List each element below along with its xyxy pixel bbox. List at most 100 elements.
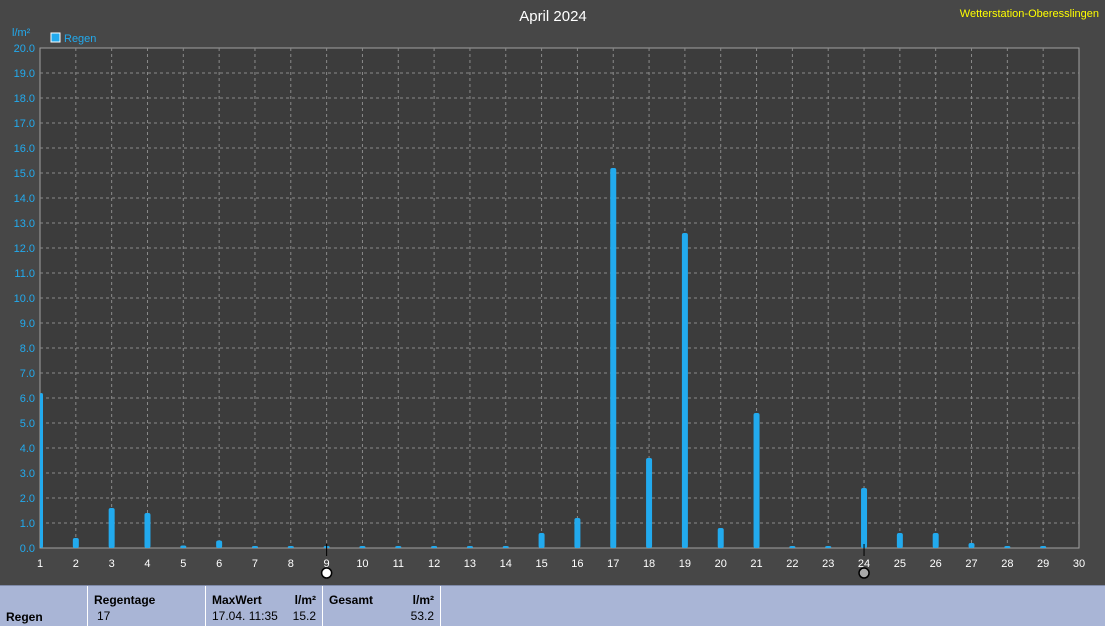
x-tick-label: 20 bbox=[715, 558, 727, 570]
x-tick-label: 18 bbox=[643, 558, 655, 570]
y-tick-label: 13.0 bbox=[14, 218, 35, 230]
bar bbox=[789, 546, 796, 548]
y-tick-label: 1.0 bbox=[20, 518, 35, 530]
regentage-value: 17 bbox=[97, 609, 111, 623]
bar bbox=[395, 546, 402, 548]
maxwert-time: 17.04. 11:35 bbox=[212, 609, 278, 623]
y-tick-labels: 0.0 1.0 2.0 3.0 4.0 5.0 6.0 7.0 8.0 9.0 10.0 11.0 12… bbox=[14, 43, 35, 555]
summary-panel: Regen Regentage 17 MaxWert l/m² 17.04. 1… bbox=[0, 585, 1105, 626]
summary-row-label: Regen bbox=[6, 610, 43, 624]
x-tick-label: 22 bbox=[786, 558, 798, 570]
summary-row-label-cell: Regen bbox=[0, 586, 88, 626]
y-tick-label: 15.0 bbox=[14, 168, 35, 180]
new-moon-icon bbox=[858, 567, 870, 579]
bar bbox=[896, 533, 903, 548]
x-tick-label: 28 bbox=[1001, 558, 1013, 570]
y-tick-label: 2.0 bbox=[20, 493, 35, 505]
x-tick-label: 3 bbox=[109, 558, 115, 570]
y-tick-label: 7.0 bbox=[20, 368, 35, 380]
y-tick-label: 0.0 bbox=[20, 543, 35, 555]
bar bbox=[932, 533, 939, 548]
legend-label: Regen bbox=[64, 33, 96, 45]
bar bbox=[825, 546, 832, 548]
x-tick-label: 1 bbox=[37, 558, 43, 570]
x-tick-label: 21 bbox=[750, 558, 762, 570]
y-tick-label: 3.0 bbox=[20, 468, 35, 480]
x-tick-label: 8 bbox=[288, 558, 294, 570]
y-axis-label: l/m² bbox=[12, 27, 31, 39]
maxwert-cell: MaxWert l/m² 17.04. 11:35 15.2 bbox=[206, 586, 323, 626]
x-tick-label: 26 bbox=[930, 558, 942, 570]
y-tick-label: 4.0 bbox=[20, 443, 35, 455]
x-tick-label: 25 bbox=[894, 558, 906, 570]
bar bbox=[717, 528, 724, 548]
y-tick-label: 12.0 bbox=[14, 243, 35, 255]
rain-chart: 0.01.02.03.04.05.06.07.08.09.010.011.012… bbox=[12, 8, 1099, 579]
bar bbox=[1004, 546, 1011, 548]
y-tick-label: 5.0 bbox=[20, 418, 35, 430]
bar bbox=[538, 533, 545, 548]
bar bbox=[753, 413, 760, 548]
x-tick-label: 14 bbox=[500, 558, 512, 570]
maxwert-value: 15.2 bbox=[292, 609, 316, 623]
x-tick-label: 4 bbox=[144, 558, 150, 570]
legend-swatch bbox=[50, 32, 61, 43]
regentage-cell: Regentage 17 bbox=[88, 586, 206, 626]
bar bbox=[466, 546, 473, 548]
x-tick-label: 19 bbox=[679, 558, 691, 570]
rain-chart-page: 0.0 1.0 2.0 3.0 4.0 5.0 6.0 7.0 8.0 9.0 10.0 11.0 12… bbox=[0, 0, 1105, 626]
y-tick-label: 8.0 bbox=[20, 343, 35, 355]
bar bbox=[287, 546, 294, 548]
maxwert-label: MaxWert bbox=[212, 593, 262, 607]
gesamt-value: 53.2 bbox=[410, 609, 434, 623]
x-tick-label: 23 bbox=[822, 558, 834, 570]
y-tick-label: 14.0 bbox=[14, 193, 35, 205]
x-tick-label: 30 bbox=[1073, 558, 1085, 570]
y-tick-label: 10.0 bbox=[14, 293, 35, 305]
x-tick-label: 17 bbox=[607, 558, 619, 570]
y-tick-label: 18.0 bbox=[14, 93, 35, 105]
y-tick-label: 16.0 bbox=[14, 143, 35, 155]
bar bbox=[180, 545, 187, 548]
x-tick-label: 6 bbox=[216, 558, 222, 570]
x-tick-labels: 1 2 3 4 5 6 7 8 9 10 11 12 13 14 15 16 17 18 19 20 21 22 23 24 2… bbox=[37, 558, 1085, 570]
bar bbox=[216, 540, 223, 548]
y-tick-label: 20.0 bbox=[14, 43, 35, 55]
bar bbox=[1040, 546, 1047, 548]
bar bbox=[251, 546, 258, 548]
x-tick-label: 10 bbox=[356, 558, 368, 570]
y-tick-label: 11.0 bbox=[14, 268, 35, 280]
bar bbox=[72, 538, 79, 548]
bar bbox=[681, 233, 688, 548]
y-tick-label: 6.0 bbox=[20, 393, 35, 405]
bar bbox=[359, 546, 366, 548]
bar bbox=[108, 508, 115, 548]
gesamt-label: Gesamt bbox=[329, 593, 374, 607]
gesamt-unit: l/m² bbox=[412, 593, 434, 607]
full-moon-icon bbox=[320, 567, 333, 579]
station-name: Wetterstation-Oberesslingen bbox=[960, 8, 1099, 20]
chart-title: April 2024 bbox=[519, 8, 587, 25]
y-tick-label: 9.0 bbox=[20, 318, 35, 330]
bar bbox=[646, 458, 653, 548]
bar bbox=[610, 168, 617, 548]
x-tick-label: 7 bbox=[252, 558, 258, 570]
x-tick-label: 13 bbox=[464, 558, 476, 570]
bar bbox=[968, 543, 975, 548]
bar bbox=[144, 513, 151, 548]
y-tick-label: 17.0 bbox=[14, 118, 35, 130]
bar bbox=[574, 518, 581, 548]
x-tick-label: 12 bbox=[428, 558, 440, 570]
bar bbox=[502, 546, 509, 548]
bar bbox=[431, 546, 438, 548]
y-tick-label: 19.0 bbox=[14, 68, 35, 80]
x-tick-label: 16 bbox=[571, 558, 583, 570]
maxwert-unit: l/m² bbox=[294, 593, 316, 607]
x-tick-label: 15 bbox=[535, 558, 547, 570]
gesamt-cell: Gesamt l/m² 53.2 bbox=[323, 586, 441, 626]
bar bbox=[40, 393, 43, 548]
x-tick-label: 11 bbox=[393, 558, 404, 570]
x-tick-label: 27 bbox=[965, 558, 977, 570]
x-tick-label: 2 bbox=[73, 558, 79, 570]
regentage-label: Regentage bbox=[94, 593, 156, 607]
